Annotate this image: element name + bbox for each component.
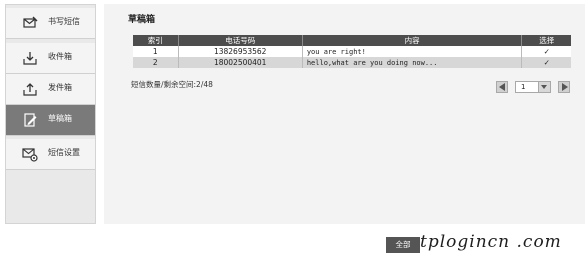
next-page-button[interactable] (558, 81, 570, 93)
triangle-right-icon (562, 83, 568, 91)
sms-settings-icon (22, 146, 38, 162)
sidebar-item-outbox[interactable]: 发件箱 (6, 74, 95, 105)
cell-content[interactable]: hello,what are you doing now... (302, 57, 523, 68)
table-row[interactable]: 2 18002500401 hello,what are you doing n… (133, 57, 571, 68)
watermark: tplogincn .com (420, 232, 562, 252)
cell-index: 2 (133, 57, 179, 68)
sidebar-item-compose[interactable]: 书写短信 (6, 8, 95, 39)
sidebar-item-label: 短信设置 (48, 148, 80, 157)
row-select-checkbox[interactable]: ✓ (521, 46, 571, 57)
outbox-icon (22, 81, 38, 97)
table-header-row: 索引 电话号码 内容 选择 (133, 35, 571, 46)
page-select-value: 1 (521, 83, 526, 91)
sidebar-item-label: 收件箱 (48, 52, 72, 61)
delete-all-button[interactable]: 全部 (386, 237, 420, 253)
storage-stats: 短信数量/剩余空间:2/48 (131, 80, 213, 89)
sidebar-item-sms-settings[interactable]: 短信设置 (6, 139, 95, 170)
sidebar-item-label: 发件箱 (48, 83, 72, 92)
triangle-left-icon (499, 83, 505, 91)
page-select[interactable]: 1 (515, 81, 551, 93)
cell-phone: 18002500401 (178, 57, 303, 68)
prev-page-button[interactable] (496, 81, 508, 93)
chevron-down-icon (538, 82, 550, 92)
column-header-phone: 电话号码 (178, 35, 303, 46)
pager: 1 (496, 81, 573, 93)
cell-phone: 13826953562 (178, 46, 303, 57)
drafts-table: 索引 电话号码 内容 选择 1 13826953562 you are righ… (133, 35, 571, 68)
sidebar-item-drafts[interactable]: 草稿箱 (6, 105, 95, 136)
cell-content[interactable]: you are right! (302, 46, 523, 57)
table-row[interactable]: 1 13826953562 you are right! ✓ (133, 46, 571, 57)
column-header-select: 选择 (521, 35, 571, 46)
sidebar-item-inbox[interactable]: 收件箱 (6, 43, 95, 74)
sidebar-item-label: 书写短信 (48, 17, 80, 26)
column-header-index: 索引 (133, 35, 179, 46)
column-header-content: 内容 (302, 35, 523, 46)
cell-index: 1 (133, 46, 179, 57)
sidebar-item-label: 草稿箱 (48, 114, 72, 123)
sidebar: 书写短信 收件箱 发件箱 草稿箱 短信设置 (5, 4, 96, 224)
inbox-icon (22, 50, 38, 66)
compose-icon (22, 15, 38, 31)
drafts-icon (22, 112, 38, 128)
row-select-checkbox[interactable]: ✓ (521, 57, 571, 68)
page-title: 草稿箱 (128, 15, 156, 25)
